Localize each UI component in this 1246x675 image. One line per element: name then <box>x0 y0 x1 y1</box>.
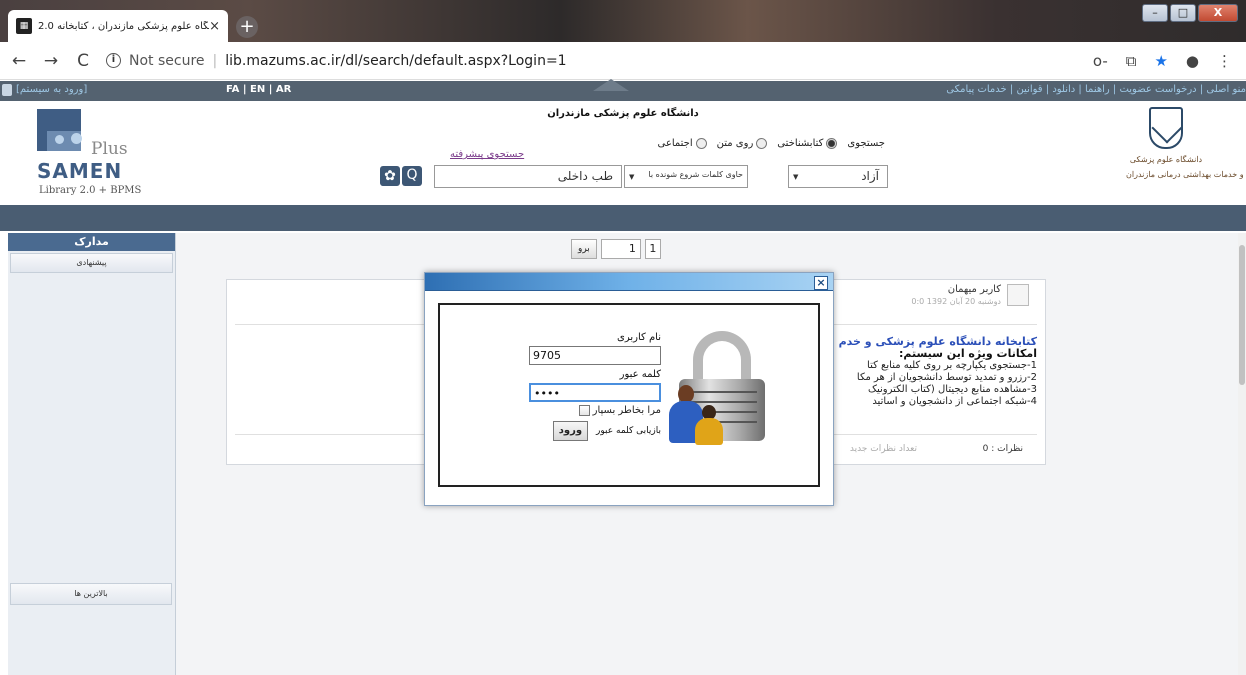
username-label: نام کاربری <box>617 332 661 343</box>
site-info-icon[interactable]: i <box>106 53 121 68</box>
browser-toolbar: ← → C i Not secure | lib.mazums.ac.ir/dl… <box>0 42 1246 80</box>
url-text[interactable]: lib.mazums.ac.ir/dl/search/default.aspx?… <box>225 53 566 69</box>
username-field[interactable]: 9705 <box>529 346 661 365</box>
back-button[interactable]: ← <box>6 51 32 71</box>
remember-me-label: مرا بخاطر بسپار <box>592 405 661 416</box>
padlock-users-icon <box>667 331 785 445</box>
university-emblem: دانشگاه علوم پزشکی و خدمات بهداشتی درمان… <box>1126 107 1244 203</box>
radio-dot[interactable] <box>826 138 838 149</box>
emblem-icon <box>1149 107 1183 149</box>
new-comments-label: تعداد نظرات جدید <box>849 444 917 454</box>
remember-me[interactable]: مرا بخاطر بسپار <box>525 405 661 416</box>
logo-dot <box>71 133 82 144</box>
site-top-strip: [ورود به سیستم] FA | EN | AR منو اصلی | … <box>0 79 1246 101</box>
search-row: ✿ Q طب داخلی حاوی کلمات شروع شونده با ▼ … <box>380 165 890 189</box>
not-secure-label: Not secure <box>129 52 205 69</box>
sidebar-title: مدارک <box>8 233 175 251</box>
radio-bibliographic[interactable]: کتابشناختی <box>777 138 838 149</box>
language-links[interactable]: FA | EN | AR <box>226 84 291 95</box>
match-type-select[interactable]: حاوی کلمات شروع شونده با ▼ <box>624 165 748 188</box>
account-icon[interactable]: ● <box>1186 52 1199 70</box>
advanced-search-link[interactable]: جستجوی پیشرفته <box>450 149 524 160</box>
scrollbar-thumb[interactable] <box>1239 245 1245 385</box>
gear-icon[interactable]: ✿ <box>380 166 400 186</box>
menu-icon[interactable]: ⋮ <box>1217 52 1232 70</box>
page-scrollbar[interactable] <box>1238 233 1246 675</box>
collapse-arrow-icon[interactable] <box>593 79 629 91</box>
post-date: دوشنبه 20 آبان 1392 0:0 <box>911 297 1001 306</box>
sidebar: مدارک پیشنهادی بالاترین ها <box>8 233 176 675</box>
search-icon[interactable]: Q <box>402 166 422 186</box>
maximize-button[interactable]: □ <box>1170 4 1196 22</box>
user-figure <box>695 405 723 445</box>
login-actions: بازیابی کلمه عبور ورود <box>525 421 661 441</box>
radio-dot[interactable] <box>756 138 768 149</box>
address-bar[interactable]: i Not secure | lib.mazums.ac.ir/dl/searc… <box>106 47 1093 75</box>
dialog-titlebar <box>425 273 833 291</box>
pager: برو 1 1 <box>571 239 661 259</box>
dialog-body: نام کاربری 9705 کلمه عبور •••• مرا بخاطر… <box>438 303 820 487</box>
tab-title: دانشگاه علوم پزشکی مازندران ، کتابخانه 2… <box>38 20 209 32</box>
comments-count[interactable]: نظرات : 0 <box>983 444 1023 454</box>
lock-icon <box>2 84 12 96</box>
radio-label: کتابشناختی <box>777 138 824 149</box>
search-type-radios: جستجوی کتابشناختی روی متن اجتماعی <box>585 138 885 149</box>
window-close-button[interactable]: X <box>1198 4 1238 22</box>
remember-me-checkbox[interactable] <box>578 405 590 416</box>
logo-name: SAMEN <box>37 159 123 183</box>
browser-titlebar: ▦ دانشگاه علوم پزشکی مازندران ، کتابخانه… <box>0 0 1246 42</box>
tab-close-icon[interactable]: × <box>209 19 220 34</box>
user-torso <box>695 418 723 445</box>
toolbar-icons: o- ⧉ ★ ● ⋮ <box>1093 52 1232 70</box>
logo-version: Library 2.0 + BPMS <box>39 185 142 196</box>
emblem-line-2: و خدمات بهداشتی درمانی مازندران <box>1126 170 1244 179</box>
page-input[interactable]: 1 <box>600 239 641 259</box>
search-label: جستجوی <box>847 138 885 149</box>
university-title: دانشگاه علوم پزشکی مازندران <box>547 108 699 119</box>
reload-button[interactable]: C <box>70 51 96 71</box>
forward-button[interactable]: → <box>38 51 64 71</box>
login-form: نام کاربری 9705 کلمه عبور •••• مرا بخاطر… <box>525 331 661 441</box>
logo-dot <box>55 135 64 144</box>
radio-fulltext[interactable]: روی متن <box>717 138 768 149</box>
search-mode-select[interactable]: آزاد ▼ <box>788 165 888 188</box>
site-favicon-icon: ▦ <box>16 18 32 34</box>
radio-label: روی متن <box>716 138 754 149</box>
avatar <box>1007 284 1029 306</box>
search-mode-value: آزاد <box>861 169 879 183</box>
dialog-close-icon[interactable]: × <box>814 276 828 290</box>
password-label: کلمه عبور <box>619 369 661 380</box>
bookmark-star-icon[interactable]: ★ <box>1154 52 1167 70</box>
login-dialog: × نام کاربری 9705 کلمه عبور •••• مرا بخا… <box>424 272 834 506</box>
search-input[interactable]: طب داخلی <box>434 165 622 188</box>
radio-label: اجتماعی <box>657 138 693 149</box>
window-controls: – □ X <box>1142 4 1238 22</box>
page-number[interactable]: 1 <box>644 239 661 259</box>
radio-social[interactable]: اجتماعی <box>658 138 707 149</box>
omnibox-separator: | <box>212 52 218 69</box>
site-header: Plus SAMEN Library 2.0 + BPMS دانشگاه عل… <box>0 101 1246 205</box>
translate-icon[interactable]: ⧉ <box>1126 52 1137 70</box>
chevron-down-icon: ▼ <box>793 173 799 181</box>
sidebar-item-suggested[interactable]: پیشنهادی <box>10 253 173 273</box>
browser-tab[interactable]: ▦ دانشگاه علوم پزشکی مازندران ، کتابخانه… <box>8 10 228 42</box>
navigation-band <box>0 205 1246 231</box>
chevron-down-icon: ▼ <box>629 173 635 181</box>
sidebar-item-top-rated[interactable]: بالاترین ها <box>10 583 172 605</box>
key-icon[interactable]: o- <box>1093 52 1108 70</box>
login-link[interactable]: [ورود به سیستم] <box>16 84 87 95</box>
new-tab-button[interactable]: + <box>236 16 258 38</box>
password-field[interactable]: •••• <box>529 383 661 402</box>
top-menu-links[interactable]: منو اصلی | درخواست عضویت | راهنما | دانل… <box>946 84 1246 95</box>
emblem-line-1: دانشگاه علوم پزشکی <box>1129 155 1203 164</box>
recover-password-link[interactable]: بازیابی کلمه عبور <box>596 426 661 436</box>
radio-dot[interactable] <box>695 138 707 149</box>
logo-plus-text: Plus <box>91 139 128 159</box>
login-button[interactable]: ورود <box>552 421 589 441</box>
post-author[interactable]: کاربر میهمان <box>948 284 1001 295</box>
samen-logo: Plus SAMEN Library 2.0 + BPMS <box>33 109 143 201</box>
match-type-value: حاوی کلمات شروع شونده با <box>648 170 743 179</box>
minimize-button[interactable]: – <box>1142 4 1168 22</box>
go-button[interactable]: برو <box>571 239 597 259</box>
